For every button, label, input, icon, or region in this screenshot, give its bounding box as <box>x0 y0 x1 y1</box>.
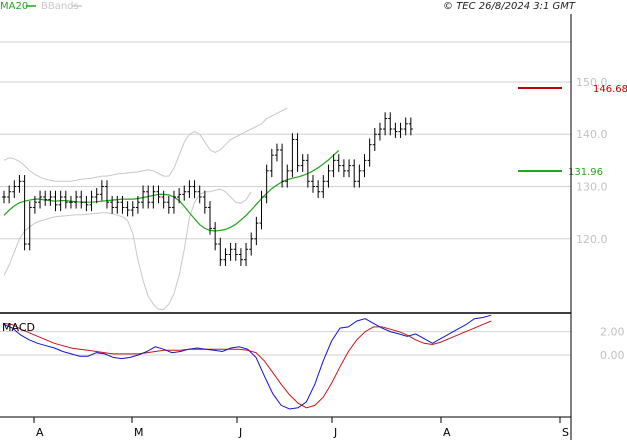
macd-gridlines <box>0 331 571 356</box>
x-tick-label: A <box>36 426 44 439</box>
x-tick-label: A <box>443 426 451 439</box>
price-panel: 150.0140.0130.0120.0 146.68 131.96 <box>0 14 627 312</box>
resistance-marker-label: 146.68 <box>593 84 627 95</box>
stock-chart: 150.0140.0130.0120.0 146.68 131.96 2.000… <box>0 1 627 440</box>
header: MA20 BBands © TEC 26/8/2024 3:1 GMT <box>0 1 576 12</box>
x-tick-label: M <box>134 426 144 439</box>
x-tick-label: J <box>238 426 242 439</box>
macd-axis-ticks: 2.00 0.00 <box>600 326 625 362</box>
macd-line <box>3 314 492 410</box>
support-marker-label: 131.96 <box>568 167 603 178</box>
price-tick-label: 120.0 <box>576 233 608 246</box>
price-axis-ticks: 150.0140.0130.0120.0 <box>576 76 608 246</box>
x-axis-ticks: AMJJAS <box>33 417 569 439</box>
price-tick-label: 130.0 <box>576 181 608 194</box>
price-tick-label: 140.0 <box>576 128 608 141</box>
macd-title: MACD <box>2 321 35 334</box>
copyright-text: © TEC 26/8/2024 3:1 GMT <box>443 1 576 12</box>
macd-tick-label: 0.00 <box>600 349 625 362</box>
price-panel-background <box>0 14 571 312</box>
x-axis: AMJJAS <box>0 416 571 439</box>
x-tick-label: S <box>562 426 569 439</box>
macd-signal-line <box>3 320 492 409</box>
x-tick-label: J <box>333 426 337 439</box>
macd-panel: 2.00 0.00 MACD <box>0 314 625 410</box>
macd-tick-label: 2.00 <box>600 326 625 339</box>
legend-ma20-label: MA20 <box>0 1 28 12</box>
